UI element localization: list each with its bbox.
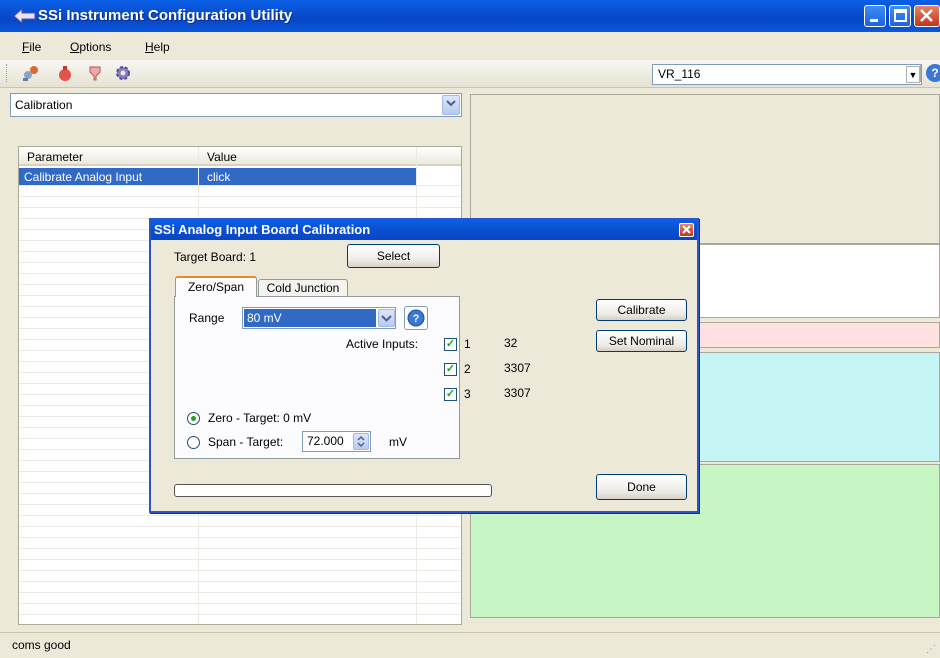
menu-file[interactable]: File xyxy=(22,40,41,54)
input-1-label: 1 xyxy=(464,337,471,351)
dialog-title: SSi Analog Input Board Calibration xyxy=(154,222,371,237)
grid-line xyxy=(19,581,461,582)
minimize-icon xyxy=(870,19,878,22)
input-3-label: 3 xyxy=(464,387,471,401)
active-inputs-label: Active Inputs: xyxy=(346,337,419,351)
column-header-value[interactable]: Value xyxy=(207,150,237,164)
status-text: coms good xyxy=(12,638,71,652)
range-label: Range xyxy=(189,311,225,325)
grid-line xyxy=(19,548,461,549)
range-help-button[interactable]: ? xyxy=(404,306,428,330)
minimize-button[interactable] xyxy=(864,5,886,27)
input-2-reading: 3307 xyxy=(504,361,531,375)
maximize-icon xyxy=(894,9,907,22)
close-icon xyxy=(920,9,933,22)
help-icon: ? xyxy=(407,309,425,327)
connect-icon[interactable] xyxy=(22,64,40,82)
set-nominal-button[interactable]: Set Nominal xyxy=(596,330,687,352)
grid-line xyxy=(19,603,461,604)
grid-line xyxy=(19,592,461,593)
toolbar-grip[interactable] xyxy=(6,64,9,82)
calibrate-button[interactable]: Calibrate xyxy=(596,299,687,321)
table-cell-parameter: Calibrate Analog Input xyxy=(24,170,143,184)
input-3-reading: 3307 xyxy=(504,386,531,400)
target-board-label: Target Board: 1 xyxy=(174,250,257,264)
menu-bar xyxy=(0,32,940,60)
calibration-progress-bar xyxy=(174,484,492,497)
grid-line xyxy=(19,196,461,197)
grid-line xyxy=(19,526,461,527)
instrument-select-value: VR_116 xyxy=(658,67,701,81)
resize-grip-icon[interactable]: ⋰ xyxy=(926,644,936,655)
span-radio[interactable] xyxy=(187,436,200,449)
maximize-button[interactable] xyxy=(889,5,911,27)
input-2-checkbox[interactable]: ✓ xyxy=(444,363,457,376)
tab-cold-junction[interactable]: Cold Junction xyxy=(258,279,348,296)
grid-line xyxy=(19,185,461,186)
input-1-checkbox[interactable]: ✓ xyxy=(444,338,457,351)
grid-line xyxy=(19,570,461,571)
svg-text:?: ? xyxy=(413,313,420,325)
stop-icon[interactable] xyxy=(56,64,74,82)
dialog-close-button[interactable] xyxy=(679,223,694,237)
range-select-value: 80 mV xyxy=(247,311,282,325)
settings-icon[interactable] xyxy=(114,64,132,82)
grid-line xyxy=(19,537,461,538)
tab-page-zero-span: Range 80 mV ? Active Inputs: ✓ 1 ✓ 2 ✓ 3… xyxy=(174,296,471,459)
window-title: SSi Instrument Configuration Utility xyxy=(38,7,293,24)
grid-line xyxy=(19,207,461,208)
done-button[interactable]: Done xyxy=(596,474,687,500)
chevron-down-icon[interactable]: ▼ xyxy=(906,66,920,83)
chevron-down-icon[interactable] xyxy=(442,95,460,115)
select-button[interactable]: Select xyxy=(347,244,440,268)
grid-line xyxy=(19,614,461,615)
input-2-label: 2 xyxy=(464,362,471,376)
toolbar-separator xyxy=(920,64,921,82)
table-cell-value: click xyxy=(207,170,231,184)
status-bar xyxy=(0,632,940,658)
category-select-value: Calibration xyxy=(15,98,73,112)
zero-radio[interactable] xyxy=(187,412,200,425)
close-button[interactable] xyxy=(914,5,940,27)
calibration-dialog: SSi Analog Input Board Calibration Targe… xyxy=(149,218,699,513)
span-target-value: 72.000 xyxy=(307,434,344,448)
grid-line xyxy=(19,515,461,516)
category-select[interactable] xyxy=(10,93,462,117)
span-unit-label: mV xyxy=(389,435,407,449)
grid-header xyxy=(19,147,461,166)
menu-options[interactable]: Options xyxy=(70,40,111,54)
grid-line xyxy=(19,559,461,560)
probe-icon[interactable] xyxy=(86,64,104,82)
input-1-reading: 32 xyxy=(504,336,518,350)
span-target-label: Span - Target: xyxy=(208,435,284,449)
stepper-arrows-icon xyxy=(357,435,365,448)
app-icon xyxy=(13,7,36,25)
chevron-down-icon[interactable] xyxy=(378,309,395,327)
help-icon[interactable]: ? xyxy=(926,64,940,82)
input-3-checkbox[interactable]: ✓ xyxy=(444,388,457,401)
close-icon xyxy=(682,225,691,234)
column-header-parameter[interactable]: Parameter xyxy=(27,150,83,164)
menu-help[interactable]: Help xyxy=(145,40,170,54)
zero-target-label: Zero - Target: 0 mV xyxy=(208,411,312,425)
span-stepper[interactable] xyxy=(353,433,369,450)
tab-zero-span[interactable]: Zero/Span xyxy=(175,276,257,297)
